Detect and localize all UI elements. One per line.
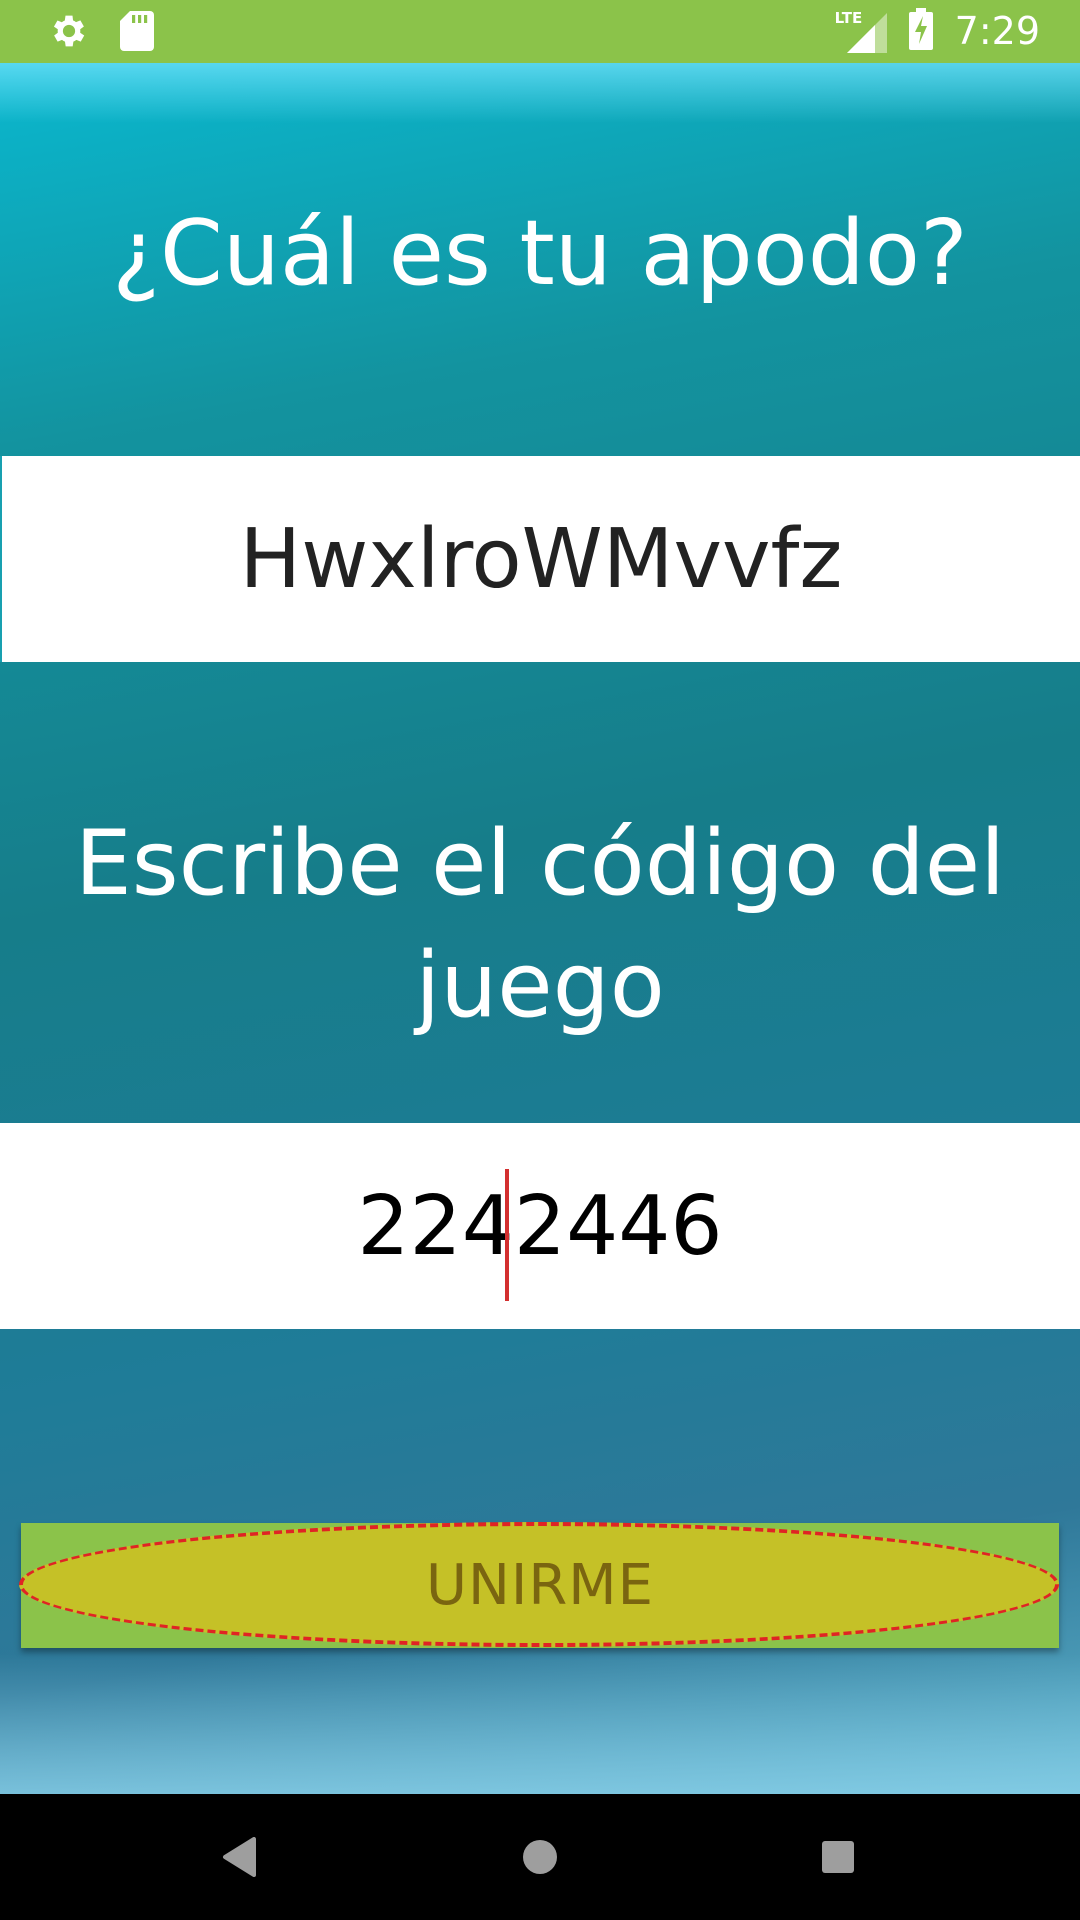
status-bar: LTE 7:29	[0, 0, 1080, 63]
battery-charging-icon	[908, 8, 933, 54]
status-right-icons: LTE 7:29	[835, 8, 1040, 54]
status-time: 7:29	[954, 9, 1040, 53]
text-cursor	[505, 1168, 510, 1301]
back-icon	[223, 1837, 256, 1877]
nickname-prompt: ¿Cuál es tu apodo?	[112, 201, 968, 306]
join-button-label: UNIRME	[425, 1553, 654, 1618]
code-prompt: Escribe el código del juego	[74, 811, 1006, 1038]
game-code-value-wrapper: 2242446	[357, 1168, 723, 1301]
home-button[interactable]	[470, 1794, 610, 1920]
nickname-value: HwxlroWMvvfz	[239, 511, 843, 607]
back-button[interactable]	[170, 1794, 310, 1920]
join-game-screen: ¿Cuál es tu apodo? HwxlroWMvvfz Escribe …	[0, 63, 1080, 1794]
sd-card-icon	[120, 11, 154, 55]
join-button[interactable]: UNIRME	[19, 1522, 1059, 1648]
status-left-icons	[48, 10, 154, 56]
nickname-field[interactable]: HwxlroWMvvfz	[0, 456, 1080, 662]
recents-icon	[822, 1841, 854, 1873]
phone-screen: LTE 7:29 ¿Cuál es tu apodo? HwxlroWMvvfz…	[0, 0, 1080, 1920]
game-code-value: 2242446	[357, 1178, 723, 1274]
game-code-field[interactable]: 2242446	[0, 1123, 1080, 1329]
navigation-bar	[0, 1794, 1080, 1920]
settings-icon	[48, 10, 90, 56]
lte-label: LTE	[834, 9, 863, 27]
home-icon	[523, 1840, 557, 1874]
lte-signal-icon: LTE	[835, 9, 887, 53]
recents-button[interactable]	[768, 1794, 908, 1920]
